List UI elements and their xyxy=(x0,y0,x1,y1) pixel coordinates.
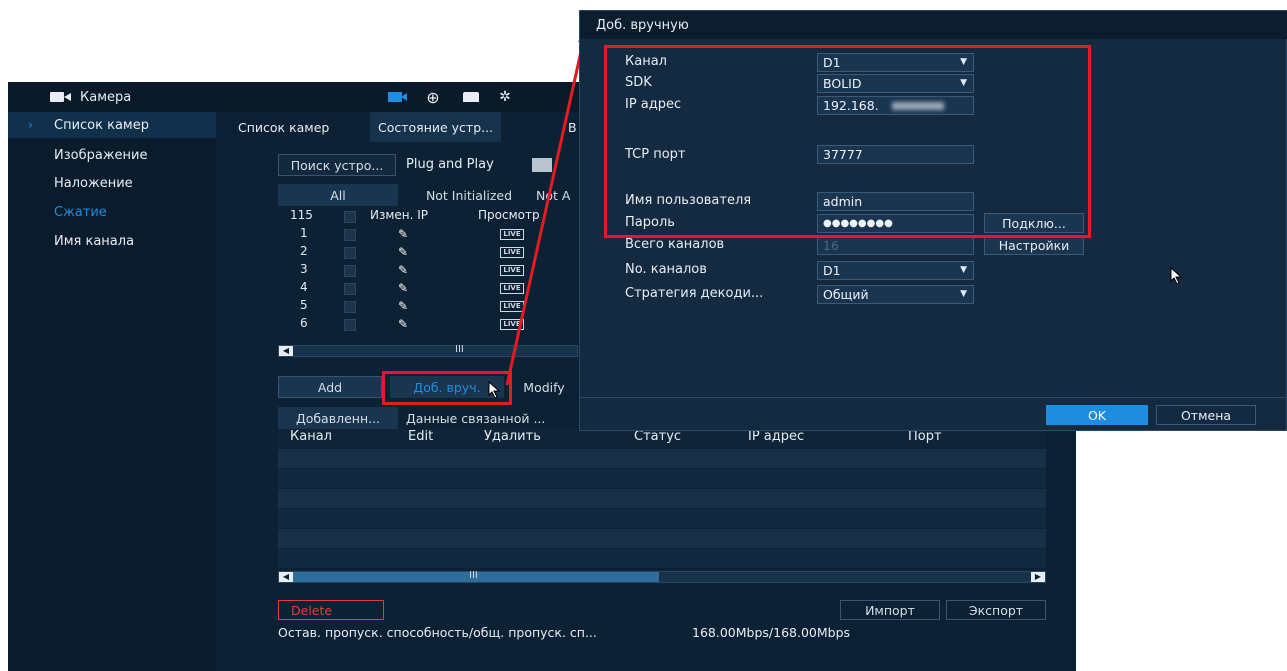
dropdown-arrow-icon: ▼ xyxy=(960,57,967,67)
username-input[interactable]: admin xyxy=(817,192,974,211)
dropdown-arrow-icon: ▼ xyxy=(960,289,967,299)
ip-redacted-blur xyxy=(892,102,944,110)
channel-number-select[interactable]: D1 ▼ xyxy=(817,261,974,280)
tcp-port-label: TCP порт xyxy=(625,147,686,162)
password-label: Пароль xyxy=(625,215,675,230)
dropdown-arrow-icon: ▼ xyxy=(960,265,967,275)
channel-number-label: No. каналов xyxy=(625,262,707,277)
mouse-cursor-icon xyxy=(1170,267,1183,285)
dialog-title: Доб. вручную xyxy=(580,11,1287,39)
channel-number-value: D1 xyxy=(823,263,841,278)
ip-value: 192.168. xyxy=(823,98,879,113)
sdk-value: BOLID xyxy=(823,76,862,91)
decode-strategy-select[interactable]: Общий ▼ xyxy=(817,285,974,304)
cancel-button[interactable]: Отмена xyxy=(1156,405,1256,425)
dropdown-arrow-icon: ▼ xyxy=(960,78,967,88)
mouse-cursor-icon xyxy=(488,381,501,399)
channel-value: D1 xyxy=(823,55,841,70)
total-channels-input: 16 xyxy=(817,236,974,255)
tcp-port-input[interactable]: 37777 xyxy=(817,145,974,164)
manual-add-dialog: Доб. вручную Канал D1 ▼ SDK BOLID ▼ IP адр… xyxy=(579,10,1287,431)
decode-strategy-value: Общий xyxy=(823,287,869,302)
channel-label: Канал xyxy=(625,54,667,69)
settings-button[interactable]: Настройки xyxy=(984,235,1084,255)
ip-label: IP адрес xyxy=(625,97,682,112)
total-channels-label: Всего каналов xyxy=(625,237,725,252)
ok-button[interactable]: OK xyxy=(1046,405,1148,425)
connect-button[interactable]: Подклю... xyxy=(984,213,1084,233)
username-label: Имя пользователя xyxy=(625,193,752,208)
channel-select[interactable]: D1 ▼ xyxy=(817,53,974,72)
sdk-label: SDK xyxy=(625,75,652,90)
password-input[interactable]: ●●●●●●●● xyxy=(817,214,974,233)
ip-input[interactable]: 192.168. xyxy=(817,96,974,115)
dialog-divider xyxy=(580,397,1287,398)
sdk-select[interactable]: BOLID ▼ xyxy=(817,74,974,93)
decode-strategy-label: Стратегия декоди... xyxy=(625,286,764,301)
